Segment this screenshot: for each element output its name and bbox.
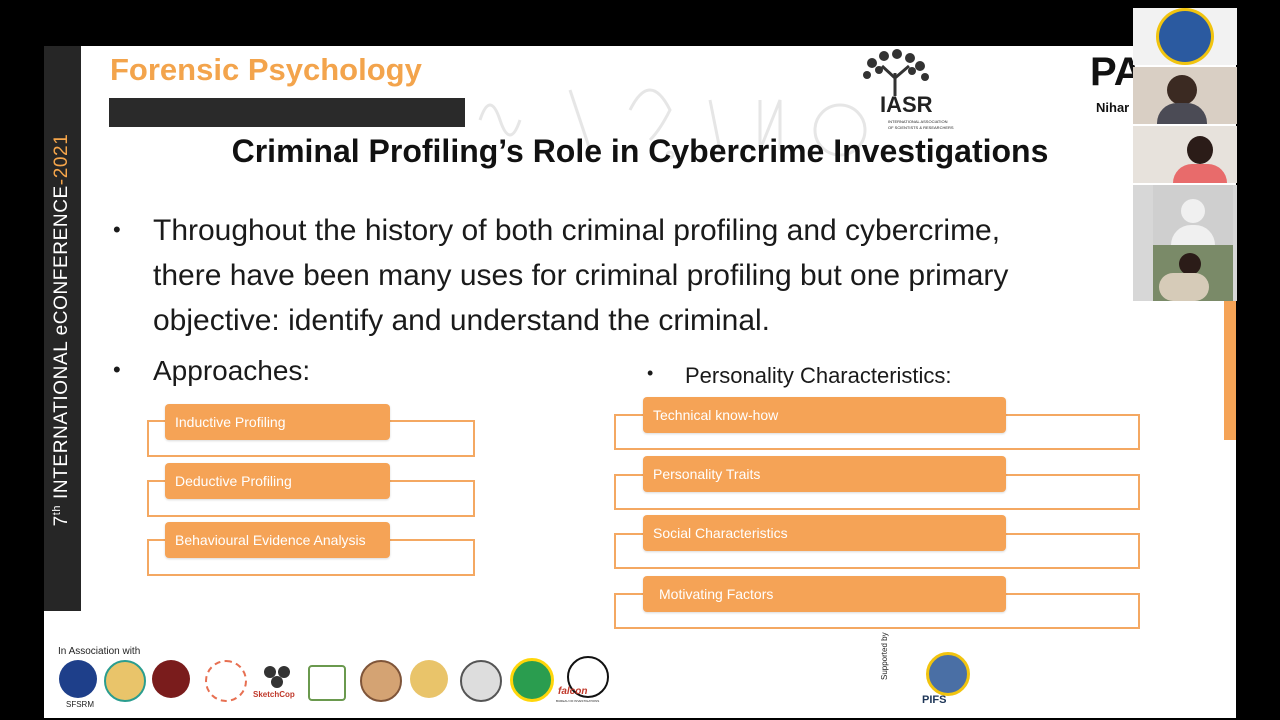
- participant-body: [1157, 103, 1207, 124]
- iasr-fullname-2: OF SCIENTISTS & RESEARCHERS: [888, 125, 954, 130]
- conference-title-vertical: 7th INTERNATIONAL eCONFERENCE-2021: [51, 134, 73, 527]
- sidebar-suffix: th: [50, 504, 63, 516]
- partner-logo-6: [308, 665, 346, 701]
- main-bullet-line2: there have been many uses for criminal p…: [153, 259, 1009, 292]
- main-bullet-line3: objective: identify and understand the c…: [153, 304, 771, 337]
- approach-box-behavioural: Behavioural Evidence Analysis: [165, 522, 390, 558]
- slide-heading: Criminal Profiling’s Role in Cybercrime …: [231, 133, 1049, 169]
- partner-logo-4: [205, 660, 247, 702]
- participant-head: [1187, 136, 1213, 164]
- partner-logo-2: [104, 660, 146, 702]
- sfsrm-label: SFSRM: [66, 700, 94, 709]
- video-tile-4[interactable]: [1133, 185, 1237, 301]
- sidebar-intl: INTERNATIONAL e: [51, 324, 73, 505]
- association-label: In Association with: [58, 646, 141, 657]
- iasr-abbrev: IASR: [880, 92, 933, 117]
- brand-title: Forensic Psychology: [110, 52, 422, 87]
- personality-box-social: Social Characteristics: [643, 515, 1006, 551]
- tree-icon: [863, 49, 929, 96]
- bullet-icon: •: [113, 217, 121, 242]
- video-tile-2[interactable]: [1133, 67, 1237, 124]
- partner-logo-9: [460, 660, 502, 702]
- approach-box-deductive: Deductive Profiling: [165, 463, 390, 499]
- falcon-label: falcon: [558, 686, 588, 697]
- iasr-fullname-1: INTERNATIONAL ASSOCIATION: [888, 119, 948, 124]
- participant-video: [1153, 245, 1233, 301]
- partner-logo-8: [410, 660, 448, 698]
- video-tile-1[interactable]: [1133, 8, 1237, 65]
- participant-body: [1173, 164, 1227, 183]
- approach-box-inductive: Inductive Profiling: [165, 404, 390, 440]
- sidebar-conference: CONFERENCE: [51, 185, 73, 325]
- partner-name-partial: Nihar: [1096, 100, 1130, 115]
- sidebar-number: 7: [51, 515, 73, 527]
- partner-logo-3: [152, 660, 190, 698]
- video-tile-3[interactable]: [1133, 126, 1237, 183]
- institution-emblem: [1156, 8, 1214, 65]
- iasr-logo: IASR INTERNATIONAL ASSOCIATION OF SCIENT…: [855, 48, 965, 133]
- partner-logo-10: [510, 658, 554, 702]
- personality-label: Personality Characteristics:: [685, 363, 952, 388]
- personality-box-technical: Technical know-how: [643, 397, 1006, 433]
- approaches-label: Approaches:: [153, 355, 311, 386]
- avatar-body-icon: [1171, 225, 1215, 245]
- supported-by-label: Supported by: [880, 632, 889, 680]
- supporter-label: PIFS: [922, 694, 947, 706]
- avatar-placeholder: [1153, 185, 1233, 245]
- brand-underbar: [109, 98, 465, 127]
- supporter-logo: [926, 652, 970, 696]
- sketchcop-label: SketchCop: [253, 690, 295, 699]
- slide-accent-stripe: [1224, 300, 1236, 440]
- bullet-icon: •: [647, 363, 654, 383]
- sfsrm-logo: [59, 660, 97, 698]
- participant-head: [1167, 75, 1197, 105]
- falcon-sublabel: BUREAU OF INVESTIGATIONS: [556, 699, 600, 703]
- personality-box-motivating: Motivating Factors: [643, 576, 1006, 612]
- bullet-icon: •: [113, 357, 121, 382]
- main-bullet-line1: Throughout the history of both criminal …: [153, 214, 1001, 247]
- participant-head: [1179, 253, 1201, 275]
- personality-box-traits: Personality Traits: [643, 456, 1006, 492]
- pet-dog: [1159, 273, 1209, 301]
- avatar-head-icon: [1181, 199, 1205, 223]
- partner-logo-7: [360, 660, 402, 702]
